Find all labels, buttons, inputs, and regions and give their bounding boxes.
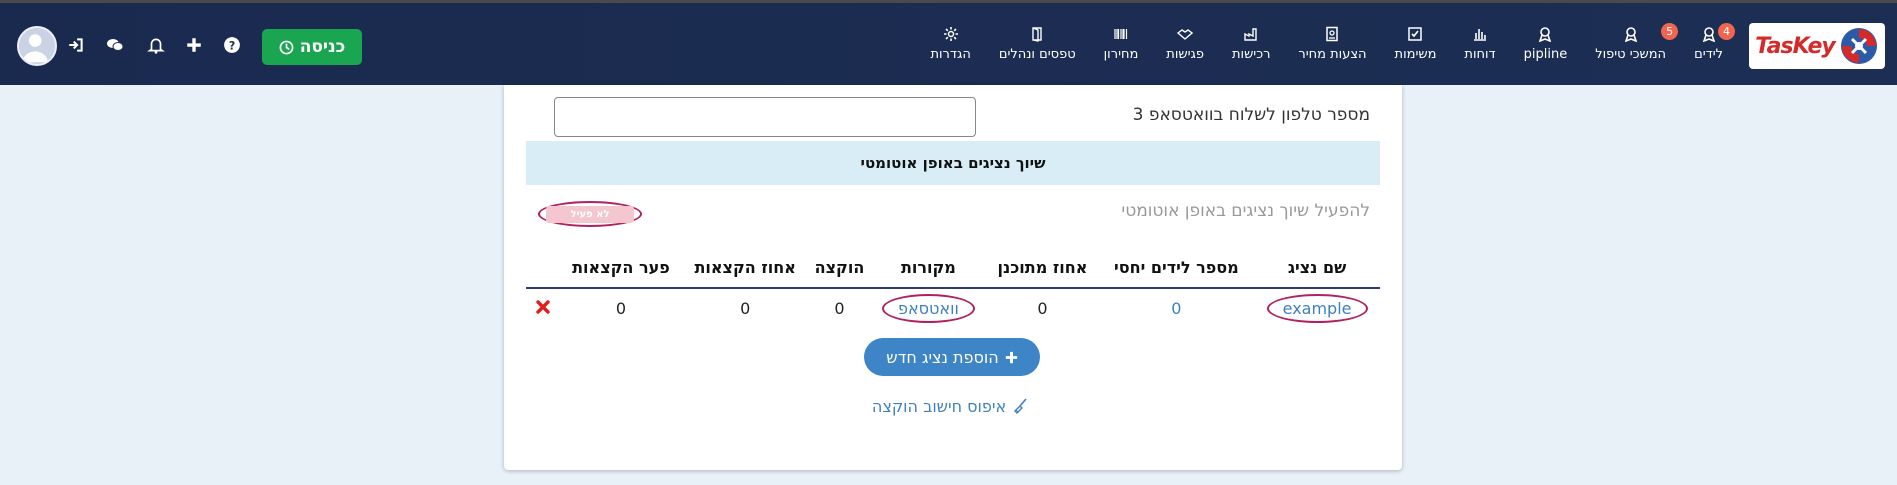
col-actions xyxy=(526,248,560,289)
enter-button[interactable]: כניסה xyxy=(262,29,362,65)
nav-item-label: לידים xyxy=(1694,47,1723,62)
user-silhouette-icon xyxy=(22,34,48,63)
cell-rep-name: example xyxy=(1254,288,1380,328)
cell-sources: וואטסאפ xyxy=(870,288,986,328)
gear-icon xyxy=(943,27,958,41)
plus-icon xyxy=(1005,351,1017,363)
award-icon xyxy=(1624,27,1637,42)
add-rep-button[interactable]: הוספת נציג חדש xyxy=(864,338,1040,376)
col-sources: מקורות xyxy=(870,248,987,289)
nav-item-label: הגדרות xyxy=(930,47,971,62)
nav-item-label: טפסים ונהלים xyxy=(998,47,1076,62)
delete-icon[interactable] xyxy=(535,299,551,315)
nav-item-settings[interactable]: הגדרות xyxy=(916,3,984,85)
section-heading: שיוך נציגים באופן אוטומטי xyxy=(526,141,1380,185)
nav-item-pricelist[interactable]: מחירון xyxy=(1090,3,1153,85)
settings-card: מספר טלפון לשלוח בוואטסאפ 3 שיוך נציגים … xyxy=(504,85,1402,470)
add-rep-label: הוספת נציג חדש xyxy=(886,347,999,367)
whatsapp-phone-label: מספר טלפון לשלוח בוואטסאפ 3 xyxy=(1132,105,1370,125)
nav-item-label: הצעות מחיר xyxy=(1298,47,1367,62)
col-allocated: הוקצה xyxy=(808,248,871,289)
checkbox-icon xyxy=(1408,27,1423,41)
nav-item-followups[interactable]: 5 המשכי טיפול xyxy=(1581,3,1680,85)
nav-item-purchases[interactable]: רכישות xyxy=(1218,3,1284,85)
nav-item-forms[interactable]: טפסים ונהלים xyxy=(985,3,1090,85)
help-icon[interactable]: ? xyxy=(222,35,242,55)
enter-button-label: כניסה xyxy=(299,37,346,57)
nav-item-meetings[interactable]: פגישות xyxy=(1152,3,1218,85)
toggle-state-label: לא פעיל xyxy=(546,205,634,223)
table-header-row: שם נציג מספר לידים יחסי אחוז מתוכנן מקור… xyxy=(526,248,1380,289)
clock-icon xyxy=(279,40,294,54)
document-icon xyxy=(1326,26,1339,42)
nav-item-label: המשכי טיפול xyxy=(1595,47,1667,62)
bar-chart-icon xyxy=(1474,29,1487,41)
relative-leads-link[interactable]: 0 xyxy=(1171,299,1181,318)
nav-item-label: pipline xyxy=(1523,47,1568,62)
cell-actions xyxy=(526,288,560,328)
nav-item-quotes[interactable]: הצעות מחיר xyxy=(1284,3,1380,85)
nav-item-label: מחירון xyxy=(1103,47,1139,62)
sign-in-icon[interactable] xyxy=(66,35,86,55)
main-menu: 4 לידים 5 המשכי טיפול pipline דוחות משימ… xyxy=(916,3,1737,85)
whatsapp-phone-row: מספר טלפון לשלוח בוואטסאפ 3 xyxy=(528,97,1382,137)
table-row: example 0 0 וואטסאפ 0 0 0 xyxy=(526,288,1380,328)
svg-text:?: ? xyxy=(229,40,236,53)
rep-name-link[interactable]: example xyxy=(1266,294,1368,323)
col-allocation-percent: אחוז הקצאות xyxy=(681,248,809,289)
col-relative-leads: מספר לידים יחסי xyxy=(1098,248,1255,289)
col-allocation-gap: פער הקצאות xyxy=(560,248,682,289)
representatives-table: שם נציג מספר לידים יחסי אחוז מתוכנן מקור… xyxy=(526,248,1380,328)
taskey-logo[interactable]: TasKey xyxy=(1749,23,1885,69)
cell-allocation-gap: 0 xyxy=(615,299,627,318)
whatsapp-phone-input[interactable] xyxy=(554,97,976,137)
barcode-icon xyxy=(1114,29,1128,39)
factory-icon xyxy=(1244,28,1257,41)
nav-item-label: משימות xyxy=(1394,47,1437,62)
top-navbar: TasKey 4 לידים 5 המשכי טיפול pipline דוח… xyxy=(0,3,1897,85)
handshake-icon xyxy=(1177,29,1194,40)
door-icon xyxy=(1032,27,1042,42)
chat-icon[interactable] xyxy=(105,35,125,55)
reset-allocation-link[interactable]: איפוס חישוב הוקצה xyxy=(870,395,1030,417)
avatar[interactable] xyxy=(17,26,57,66)
auto-assign-toggle[interactable]: לא פעיל xyxy=(538,201,642,227)
cell-planned-percent: 0 xyxy=(1037,299,1048,318)
plus-icon[interactable] xyxy=(184,35,204,55)
logo-mark-icon xyxy=(1840,28,1877,64)
auto-assign-label: להפעיל שיוך נציגים באופן אוטומטי xyxy=(1121,201,1370,221)
broom-icon xyxy=(1014,398,1027,414)
leads-badge: 4 xyxy=(1718,23,1735,40)
nav-item-label: דוחות xyxy=(1464,47,1496,62)
cell-allocated: 0 xyxy=(834,299,845,318)
sources-link[interactable]: וואטסאפ xyxy=(881,294,975,323)
logo-text: TasKey xyxy=(1755,33,1835,59)
nav-item-label: רכישות xyxy=(1231,47,1271,62)
award-icon xyxy=(1539,27,1552,42)
nav-item-leads[interactable]: 4 לידים xyxy=(1680,3,1737,85)
cell-relative-leads: 0 xyxy=(1099,288,1255,328)
nav-item-tasks[interactable]: משימות xyxy=(1381,3,1451,85)
bell-icon[interactable] xyxy=(146,35,166,55)
nav-item-pipline[interactable]: pipline xyxy=(1510,3,1582,85)
col-rep-name: שם נציג xyxy=(1254,248,1380,289)
cell-allocation-percent: 0 xyxy=(740,299,751,318)
nav-item-label: פגישות xyxy=(1166,47,1204,62)
auto-assign-row: להפעיל שיוך נציגים באופן אוטומטי לא פעיל xyxy=(526,195,1380,231)
reset-allocation-label: איפוס חישוב הוקצה xyxy=(871,396,1007,416)
nav-item-reports[interactable]: דוחות xyxy=(1450,3,1509,85)
col-planned-percent: אחוז מתוכנן xyxy=(986,248,1099,289)
award-icon xyxy=(1702,27,1715,42)
followups-badge: 5 xyxy=(1661,23,1679,40)
